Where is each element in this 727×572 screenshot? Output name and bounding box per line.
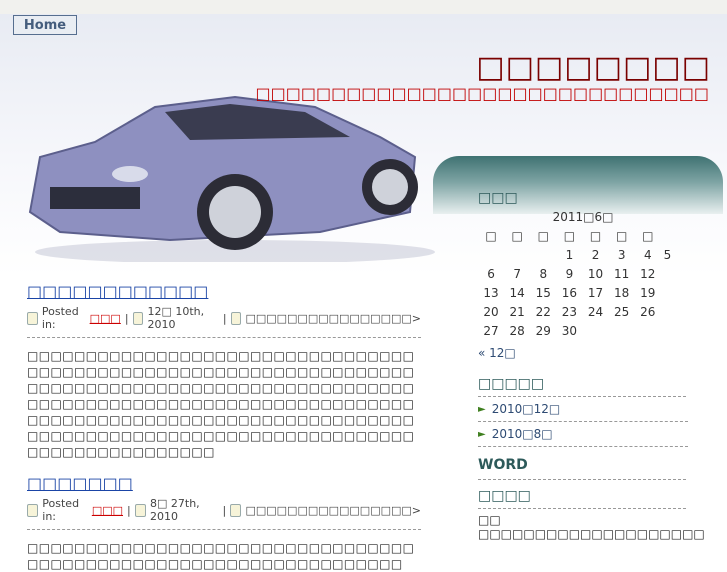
- weekday: □: [563, 228, 576, 243]
- post-date: 12□ 10th, 2010: [147, 305, 205, 331]
- calendar-day: 23: [561, 304, 578, 319]
- post-meta: Posted in: □□□ | 8□ 27th, 2010 | □□□□□□□…: [27, 497, 421, 523]
- comment-icon: [230, 503, 242, 517]
- calendar-day: 6: [487, 266, 495, 281]
- link-description: □□□□□□□□□□□□□□□□□□□□: [478, 527, 705, 541]
- meta-divider: |: [222, 503, 227, 517]
- calendar-day: 29: [535, 323, 551, 338]
- calendar-day: 15: [535, 285, 551, 300]
- archive-label: 2010□12□: [491, 402, 561, 416]
- calendar-day: 19: [640, 285, 656, 300]
- calendar-day: [635, 321, 661, 340]
- calendar-day: 3: [617, 247, 626, 262]
- weekday: □: [511, 228, 523, 243]
- divider: [27, 337, 421, 338]
- meta-divider: |: [124, 311, 129, 325]
- calendar-day: 12: [640, 266, 656, 281]
- calendar-day: 2: [591, 247, 600, 262]
- calendar-day: 26: [640, 304, 656, 319]
- archive-item[interactable]: ► 2010□12□: [478, 397, 688, 422]
- link-item[interactable]: □□: [478, 513, 688, 527]
- calendar-day: 8: [539, 266, 548, 281]
- folder-icon: [27, 503, 39, 517]
- post: □□□□□□□□□□□□ Posted in: □□□ | 12□ 10th, …: [27, 282, 421, 460]
- calendar-prev-link[interactable]: « 12□: [478, 346, 688, 360]
- weekday: □: [616, 228, 628, 243]
- post-comments-link[interactable]: □□□□□□□□□□□□□□□□>: [245, 312, 421, 325]
- calendar-day: 10: [587, 266, 604, 281]
- archive-title: □□□□□: [478, 376, 545, 392]
- word-title: WORD: [478, 457, 528, 473]
- calendar-day: [583, 321, 609, 340]
- post-title[interactable]: □□□□□□□□□□□□: [27, 282, 421, 301]
- calendar-day: 17: [587, 285, 604, 300]
- post-title[interactable]: □□□□□□□: [27, 474, 421, 493]
- post-author[interactable]: □□□: [90, 312, 121, 325]
- top-strip: [0, 0, 727, 15]
- calendar-day: 22: [535, 304, 551, 319]
- post: □□□□□□□ Posted in: □□□ | 8□ 27th, 2010 |…: [27, 474, 421, 572]
- calendar-day: 21: [509, 304, 525, 319]
- calendar-day: 20: [483, 304, 499, 319]
- post-meta: Posted in: □□□ | 12□ 10th, 2010 | □□□□□□…: [27, 305, 421, 331]
- weekday: □: [537, 228, 549, 243]
- calendar-day: 9: [565, 266, 574, 281]
- calendar-title: □□□: [478, 190, 518, 206]
- calendar-day: 5: [663, 247, 672, 262]
- calendar-table: □ □ □ □ □ □ □ 1 2 3 4 5 6 7 8 9 10 11 12…: [478, 226, 674, 340]
- meta-divider: |: [222, 311, 227, 325]
- site-description: □□□□□□□□□□□□□□□□□□□□□□□□□□□□□□: [255, 84, 709, 103]
- links-title: □□□□: [478, 488, 531, 504]
- comment-icon: [230, 311, 242, 325]
- post-author[interactable]: □□□: [92, 504, 123, 517]
- calendar-day: 13: [483, 285, 499, 300]
- calendar-day: [478, 245, 504, 264]
- archive-label: 2010□8□: [491, 427, 553, 441]
- divider: [27, 529, 421, 530]
- posted-in-label: Posted in:: [42, 497, 80, 523]
- weekday: □: [589, 228, 602, 243]
- calendar-day: 30: [561, 323, 578, 338]
- weekday: □: [485, 228, 497, 243]
- posted-in-label: Posted in:: [41, 305, 79, 331]
- divider: [478, 479, 686, 480]
- folder-icon: [27, 311, 38, 325]
- home-tab[interactable]: Home: [13, 15, 77, 35]
- archive-item[interactable]: ► 2010□8□: [478, 422, 688, 447]
- calendar-day: 16: [561, 285, 578, 300]
- site-title[interactable]: □□□□□□□□: [476, 50, 711, 85]
- arrow-icon: ►: [478, 403, 486, 415]
- calendar-day: 4: [643, 247, 652, 262]
- calendar-day: 27: [483, 323, 499, 338]
- calendar-day: 11: [614, 266, 630, 281]
- calendar-month: 2011□6□: [552, 210, 614, 224]
- calendar-day: 28: [509, 323, 525, 338]
- sidebar: □□□ 2011□6□ □ □ □ □ □ □ □ 1 2 3 4 5 6 7 …: [478, 190, 705, 541]
- post-comments-link[interactable]: □□□□□□□□□□□□□□□□>: [245, 504, 421, 517]
- calendar-day: 18: [614, 285, 630, 300]
- post-body: □□□□□□□□□□□□□□□□□□□□□□□□□□□□□□□□□□□□□□□□…: [27, 349, 415, 459]
- meta-divider: |: [127, 503, 131, 517]
- calendar-day: 25: [614, 304, 630, 319]
- calendar-day: 24: [587, 304, 604, 319]
- arrow-icon: ►: [478, 428, 486, 440]
- calendar-day: 1: [565, 247, 574, 262]
- calendar-day: 7: [513, 266, 521, 281]
- calendar-day: 14: [509, 285, 525, 300]
- calendar-icon: [132, 311, 144, 325]
- main-content: □□□□□□□□□□□□ Posted in: □□□ | 12□ 10th, …: [27, 282, 421, 572]
- calendar-icon: [134, 503, 147, 517]
- weekday: □: [642, 228, 654, 243]
- calendar-day: [609, 321, 635, 340]
- divider: [478, 508, 686, 509]
- post-date: 8□ 27th, 2010: [150, 497, 200, 523]
- calendar-day: [504, 245, 530, 264]
- calendar-day: [530, 245, 556, 264]
